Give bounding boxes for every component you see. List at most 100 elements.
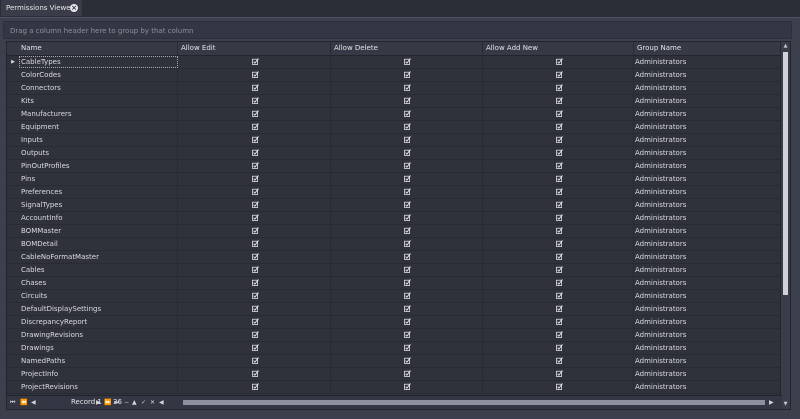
cell-allow-delete[interactable]: [331, 303, 483, 315]
cell-allow-edit[interactable]: [178, 95, 331, 107]
cell-group-name[interactable]: Administrators: [634, 186, 782, 198]
cell-group-name[interactable]: Administrators: [634, 264, 782, 276]
first-page-icon[interactable]: ⏮: [10, 396, 15, 409]
table-row[interactable]: Preferences Administrators: [7, 186, 782, 199]
tab-permissions-viewer[interactable]: Permissions Viewer ×: [1, 0, 82, 16]
cell-name[interactable]: Kits: [19, 95, 178, 107]
cell-name[interactable]: ProjectInfo: [19, 368, 178, 380]
cell-name[interactable]: DrawingRevisions: [19, 329, 178, 341]
cell-allow-delete[interactable]: [331, 199, 483, 211]
cell-name[interactable]: Manufacturers: [19, 108, 178, 120]
cell-allow-add-new[interactable]: [483, 277, 634, 289]
cell-allow-add-new[interactable]: [483, 134, 634, 146]
cell-allow-add-new[interactable]: [483, 355, 634, 367]
cell-allow-delete[interactable]: [331, 238, 483, 250]
cell-name[interactable]: PinOutProfiles: [19, 160, 178, 172]
table-row[interactable]: ColorCodes Administrators: [7, 69, 782, 82]
cell-name[interactable]: Drawings: [19, 342, 178, 354]
prev-record-icon[interactable]: ◀: [31, 396, 36, 409]
table-row[interactable]: Cables Administrators: [7, 264, 782, 277]
cell-allow-add-new[interactable]: [483, 342, 634, 354]
group-by-panel[interactable]: Drag a column header here to group by th…: [3, 21, 792, 39]
cell-allow-add-new[interactable]: [483, 95, 634, 107]
table-row[interactable]: ▶ CableTypes Administrators: [7, 56, 782, 69]
cell-group-name[interactable]: Administrators: [634, 108, 782, 120]
last-page-icon[interactable]: ⏭: [114, 396, 119, 409]
table-row[interactable]: Outputs Administrators: [7, 147, 782, 160]
vertical-scroll-thumb[interactable]: [783, 52, 788, 295]
table-row[interactable]: ProjectRevisions Administrators: [7, 381, 782, 394]
cell-name[interactable]: Inputs: [19, 134, 178, 146]
cell-group-name[interactable]: Administrators: [634, 355, 782, 367]
table-row[interactable]: Connectors Administrators: [7, 82, 782, 95]
cell-name[interactable]: AccountInfo: [19, 212, 178, 224]
cell-allow-add-new[interactable]: [483, 368, 634, 380]
cell-allow-edit[interactable]: [178, 173, 331, 185]
cell-group-name[interactable]: Administrators: [634, 381, 782, 393]
table-row[interactable]: AccountInfo Administrators: [7, 212, 782, 225]
table-row[interactable]: Manufacturers Administrators: [7, 108, 782, 121]
table-row[interactable]: BOMDetail Administrators: [7, 238, 782, 251]
cell-allow-edit[interactable]: [178, 212, 331, 224]
table-row[interactable]: CableNoFormatMaster Administrators: [7, 251, 782, 264]
cell-allow-add-new[interactable]: [483, 160, 634, 172]
table-row[interactable]: Pins Administrators: [7, 173, 782, 186]
cell-allow-add-new[interactable]: [483, 251, 634, 263]
scroll-right-icon[interactable]: ▶: [769, 396, 774, 409]
vertical-scrollbar[interactable]: ▲ ▼: [780, 42, 790, 409]
cancel-edit-icon[interactable]: ✕: [150, 396, 155, 409]
table-row[interactable]: Inputs Administrators: [7, 134, 782, 147]
cell-allow-edit[interactable]: [178, 303, 331, 315]
next-record-icon[interactable]: ▶: [96, 396, 101, 409]
cell-allow-delete[interactable]: [331, 147, 483, 159]
cell-allow-delete[interactable]: [331, 108, 483, 120]
cell-allow-edit[interactable]: [178, 160, 331, 172]
next-page-icon[interactable]: ⏩: [104, 396, 111, 409]
cell-allow-delete[interactable]: [331, 69, 483, 81]
cell-allow-edit[interactable]: [178, 147, 331, 159]
scroll-down-icon[interactable]: ▼: [781, 400, 790, 409]
cell-group-name[interactable]: Administrators: [634, 82, 782, 94]
cell-group-name[interactable]: Administrators: [634, 199, 782, 211]
save-record-icon[interactable]: ✓: [141, 396, 146, 409]
cell-group-name[interactable]: Administrators: [634, 160, 782, 172]
cell-allow-add-new[interactable]: [483, 264, 634, 276]
cell-name[interactable]: ProjectRevisions: [19, 381, 178, 393]
prev-page-icon[interactable]: ⏪: [20, 396, 27, 409]
cell-name[interactable]: Outputs: [19, 147, 178, 159]
cell-group-name[interactable]: Administrators: [634, 173, 782, 185]
cell-allow-add-new[interactable]: [483, 82, 634, 94]
scroll-left-icon[interactable]: ◀: [159, 396, 164, 409]
cell-name[interactable]: CableNoFormatMaster: [19, 251, 178, 263]
cell-allow-delete[interactable]: [331, 381, 483, 393]
column-header-group-name[interactable]: Group Name: [634, 42, 782, 55]
cell-name[interactable]: BOMMaster: [19, 225, 178, 237]
column-header-allow-edit[interactable]: Allow Edit: [178, 42, 331, 55]
cell-name[interactable]: Chases: [19, 277, 178, 289]
table-row[interactable]: Equipment Administrators: [7, 121, 782, 134]
cell-allow-add-new[interactable]: [483, 303, 634, 315]
cell-name[interactable]: CableTypes: [19, 56, 178, 68]
cell-allow-add-new[interactable]: [483, 225, 634, 237]
cell-allow-add-new[interactable]: [483, 56, 634, 68]
cell-allow-add-new[interactable]: [483, 69, 634, 81]
table-row[interactable]: BOMMaster Administrators: [7, 225, 782, 238]
cell-allow-delete[interactable]: [331, 368, 483, 380]
cell-group-name[interactable]: Administrators: [634, 277, 782, 289]
cell-allow-edit[interactable]: [178, 264, 331, 276]
cell-allow-add-new[interactable]: [483, 329, 634, 341]
cell-group-name[interactable]: Administrators: [634, 69, 782, 81]
cell-group-name[interactable]: Administrators: [634, 212, 782, 224]
cell-allow-delete[interactable]: [331, 329, 483, 341]
cell-allow-delete[interactable]: [331, 121, 483, 133]
cell-allow-delete[interactable]: [331, 290, 483, 302]
cell-name[interactable]: DefaultDisplaySettings: [19, 303, 178, 315]
cell-allow-delete[interactable]: [331, 56, 483, 68]
cell-name[interactable]: Circuits: [19, 290, 178, 302]
cell-allow-delete[interactable]: [331, 173, 483, 185]
cell-allow-add-new[interactable]: [483, 186, 634, 198]
cell-allow-edit[interactable]: [178, 251, 331, 263]
table-row[interactable]: Chases Administrators: [7, 277, 782, 290]
cell-allow-edit[interactable]: [178, 56, 331, 68]
cell-name[interactable]: Cables: [19, 264, 178, 276]
